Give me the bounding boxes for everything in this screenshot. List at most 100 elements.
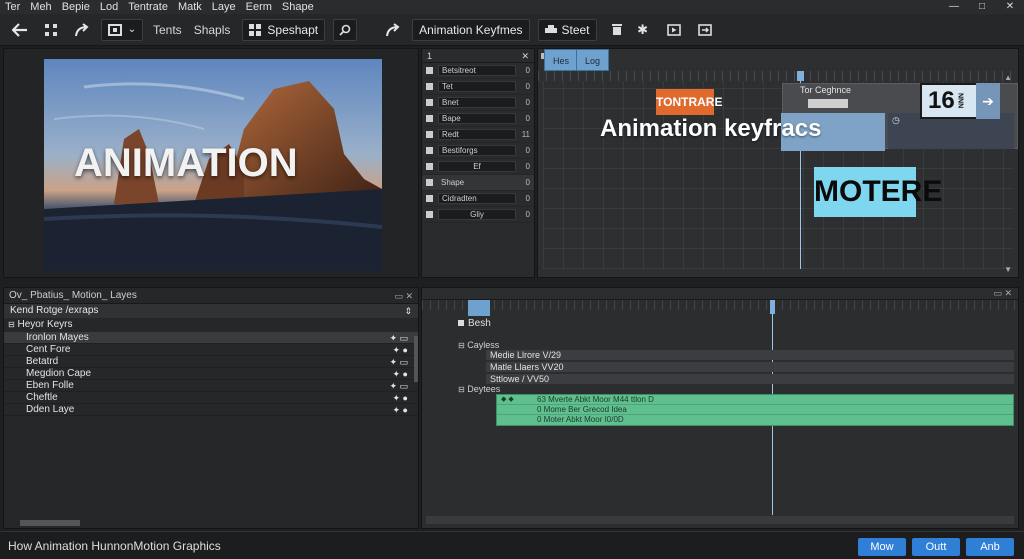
- toolbar-tents[interactable]: Tents: [153, 23, 182, 37]
- property-row[interactable]: Bape 0: [422, 111, 534, 127]
- green-clip[interactable]: 63 Mverte Abkt Moor M44 ttlon D 0 Mome B…: [496, 394, 1014, 426]
- property-row[interactable]: Bnet 0: [422, 95, 534, 111]
- property-row[interactable]: Tet 0: [422, 79, 534, 95]
- property-row[interactable]: Ef 0: [422, 159, 534, 175]
- property-row[interactable]: Betsitreot 0: [422, 63, 534, 79]
- trash-icon[interactable]: [605, 18, 629, 42]
- property-checkbox[interactable]: [426, 211, 433, 218]
- minimize-button[interactable]: —: [940, 0, 968, 14]
- steet-button[interactable]: Steet: [537, 18, 597, 41]
- tab-log[interactable]: Log: [576, 49, 610, 71]
- property-checkbox[interactable]: [426, 99, 433, 106]
- scroll-up-icon[interactable]: ▲: [1004, 73, 1012, 82]
- property-checkbox[interactable]: [426, 83, 433, 90]
- layer-visibility-icon[interactable]: ✦ ●: [393, 392, 408, 404]
- menu-item-shape[interactable]: Shape: [277, 0, 319, 14]
- scroll-down-icon[interactable]: ▼: [1004, 265, 1012, 274]
- timeline-ruler[interactable]: [538, 71, 1018, 81]
- properties-close-icon[interactable]: ✕: [521, 49, 529, 62]
- orange-tag[interactable]: TONTRARE: [656, 89, 722, 115]
- layers-horizontal-scrollbar[interactable]: [20, 520, 80, 526]
- property-row[interactable]: Shape 0: [422, 175, 534, 191]
- property-field[interactable]: Betsitreot: [438, 65, 516, 76]
- playhead-handle[interactable]: [797, 71, 804, 81]
- property-row[interactable]: Gliy 0: [422, 207, 534, 223]
- timeline-horizontal-scrollbar[interactable]: [426, 516, 1014, 524]
- property-field[interactable]: Bape: [438, 113, 516, 124]
- menu-item-bepie[interactable]: Bepie: [57, 0, 95, 14]
- layer-item[interactable]: Dden Laye ✦ ●: [4, 404, 418, 416]
- layer-visibility-icon[interactable]: ✦ ●: [393, 368, 408, 380]
- timeline-panel[interactable]: ▭ ✕ Besh ⊟ Cayless Medie Llrore V/29 Mat…: [421, 287, 1019, 529]
- property-slider[interactable]: Bnet: [438, 97, 516, 108]
- layer-item[interactable]: Cheftle ✦ ●: [4, 392, 418, 404]
- property-checkbox[interactable]: [426, 147, 433, 154]
- layer-controls-icon[interactable]: ✦ ▭: [389, 332, 408, 344]
- motere-tag[interactable]: MOTERE: [814, 167, 942, 217]
- play-frame-icon[interactable]: [662, 18, 686, 42]
- speshapt-button[interactable]: Speshapt: [242, 18, 326, 41]
- menu-item-matk[interactable]: Matk: [173, 0, 207, 14]
- property-field[interactable]: Tet: [438, 81, 516, 92]
- property-checkbox[interactable]: [426, 179, 433, 186]
- menu-item-meh[interactable]: Meh: [25, 0, 56, 14]
- clip-keyframe-icon[interactable]: ◆ ◆: [501, 395, 514, 403]
- property-checkbox[interactable]: [426, 67, 433, 74]
- outt-button[interactable]: Outt: [912, 538, 960, 556]
- timeline-track-row[interactable]: Sttlowe / VV50: [486, 374, 1014, 384]
- property-checkbox[interactable]: [426, 163, 433, 170]
- playhead-handle[interactable]: [770, 300, 775, 314]
- timeline-group-deytees[interactable]: ⊟ Deytees: [458, 384, 500, 394]
- menu-item-laye[interactable]: Laye: [207, 0, 241, 14]
- menu-item-eerm[interactable]: Eerm: [241, 0, 277, 14]
- property-checkbox[interactable]: [426, 131, 433, 138]
- timeline-track-row[interactable]: Matle Llaers VV20: [486, 362, 1014, 372]
- animation-keyframes-button[interactable]: Animation Keyfmes: [412, 18, 530, 41]
- property-field[interactable]: Bestiforgs: [438, 145, 516, 156]
- timeline-row-besh[interactable]: Besh: [458, 318, 491, 329]
- toolbar-shapls[interactable]: Shapls: [194, 23, 231, 37]
- timeline-ruler[interactable]: [422, 300, 1018, 310]
- timeline-track-row[interactable]: Medie Llrore V/29: [486, 350, 1014, 360]
- back-arrow-icon[interactable]: [8, 18, 32, 42]
- layer-item[interactable]: Cent Fore ✦ ●: [4, 344, 418, 356]
- layout-dropdown[interactable]: ⌄: [101, 18, 143, 41]
- arrow-right-icon[interactable]: ➔: [976, 83, 1000, 119]
- property-field[interactable]: Shape: [438, 177, 516, 188]
- menu-item-tentrate[interactable]: Tentrate: [123, 0, 173, 14]
- property-checkbox[interactable]: [426, 115, 433, 122]
- layer-item[interactable]: Ironlon Mayes ✦ ▭: [4, 332, 418, 344]
- toggle-slider[interactable]: [808, 99, 848, 108]
- layer-controls-icon[interactable]: ✦ ▭: [389, 380, 408, 392]
- property-row[interactable]: Bestiforgs 0: [422, 143, 534, 159]
- layer-visibility-icon[interactable]: ✦ ●: [393, 344, 408, 356]
- property-field[interactable]: Cidradten: [438, 193, 516, 204]
- property-field[interactable]: Redt: [438, 129, 516, 140]
- layer-visibility-icon[interactable]: ✦ ●: [393, 404, 408, 416]
- property-row[interactable]: Cidradten 0: [422, 191, 534, 207]
- menu-item-ter[interactable]: Ter: [0, 0, 25, 14]
- export-icon[interactable]: [693, 18, 717, 42]
- preview-viewer[interactable]: ANIMATION: [3, 48, 419, 278]
- collapse-box-icon[interactable]: ⊟: [8, 320, 15, 329]
- search-button[interactable]: [333, 18, 358, 41]
- property-row[interactable]: Redt 11: [422, 127, 534, 143]
- property-checkbox[interactable]: [426, 195, 433, 202]
- layer-item[interactable]: Betatrd ✦ ▭: [4, 356, 418, 368]
- layers-section-keyframes[interactable]: Kend Rotge /exraps ⇕: [4, 304, 418, 318]
- maximize-button[interactable]: □: [968, 0, 996, 14]
- share-arrow-icon[interactable]: [381, 18, 405, 42]
- collapse-box-icon[interactable]: ⊟: [458, 385, 465, 394]
- mow-button[interactable]: Mow: [858, 538, 906, 556]
- timeline-window-icons[interactable]: ▭ ✕: [993, 288, 1012, 299]
- menu-item-lod[interactable]: Lod: [95, 0, 123, 14]
- layer-controls-icon[interactable]: ✦ ▭: [389, 356, 408, 368]
- collapse-box-icon[interactable]: ⊟: [458, 341, 465, 350]
- layers-section-hoyer[interactable]: ⊟ Heyor Keyrs: [4, 318, 418, 332]
- timeline-group-cayless[interactable]: ⊟ Cayless: [458, 340, 499, 350]
- layers-scrollbar[interactable]: [414, 336, 418, 382]
- grid-move-icon[interactable]: [39, 18, 63, 42]
- layer-item[interactable]: Megdion Cape ✦ ●: [4, 368, 418, 380]
- redo-arrow-icon[interactable]: [70, 18, 94, 42]
- sparkle-icon[interactable]: ✱: [631, 18, 655, 42]
